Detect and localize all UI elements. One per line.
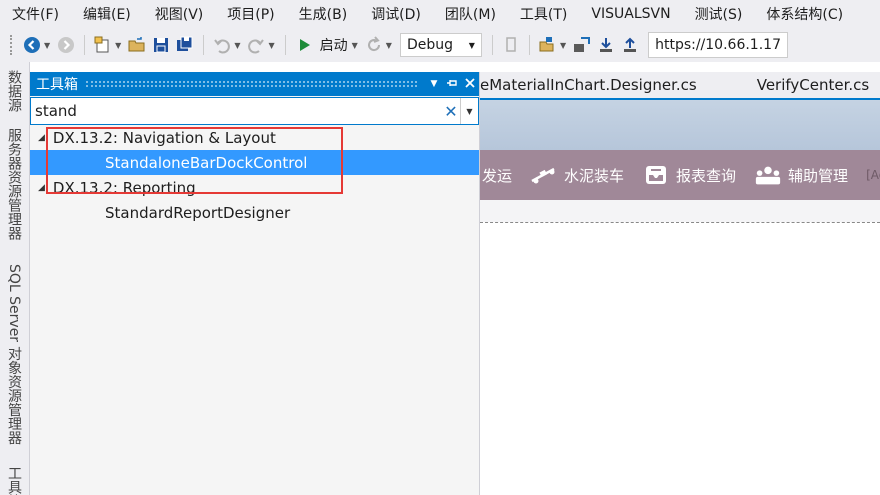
chevron-down-icon[interactable]: ▼ [268,41,274,50]
toolbox-panel: 工具箱 ▼ ✕ ▼ ◢ DX.13.2: Navigation & Layout… [30,72,480,495]
start-button[interactable]: 启动 [320,35,348,55]
ribbon-item-cement-loading[interactable]: 水泥装车 [530,163,624,187]
upload-icon[interactable] [619,34,641,56]
toolbox-tree: ◢ DX.13.2: Navigation & Layout Standalon… [30,125,479,225]
pin-icon[interactable] [443,77,461,92]
header-grip [86,81,417,87]
designer-header-gradient [480,100,880,150]
left-dock-strip: 数据源 服务器资源管理器 SQL Server 对象资源管理器 工具箱 [0,62,30,495]
menu-debug[interactable]: 调试(D) [371,4,421,24]
tab-material-in-chart-designer[interactable]: eMaterialInChart.Designer.cs [480,76,697,94]
url-value: https://10.66.1.17 [655,37,781,53]
ribbon-item-report-query[interactable]: 报表查询 [642,163,736,187]
menu-tools[interactable]: 工具(T) [520,4,567,24]
category-label: DX.13.2: Reporting [52,178,196,197]
device-icon[interactable] [500,34,522,56]
undo-icon[interactable] [211,34,233,56]
tree-category-reporting[interactable]: ◢ DX.13.2: Reporting [30,175,479,200]
menu-architecture[interactable]: 体系结构(C) [766,4,843,24]
open-folder-icon[interactable] [126,34,148,56]
chevron-down-icon[interactable]: ▼ [234,41,240,50]
tab-data-sources[interactable]: 数据源 [4,70,24,112]
ribbon-overflow-text: [Ad [866,168,880,182]
chevron-down-icon[interactable]: ▼ [115,41,121,50]
item-label: StandaloneBarDockControl [105,153,308,172]
conveyor-icon [530,163,558,187]
back-icon[interactable] [21,34,43,56]
toolbox-header[interactable]: 工具箱 ▼ [30,72,479,96]
tree-item-standardreportdesigner[interactable]: StandardReportDesigner [30,200,479,225]
forward-icon[interactable] [55,34,77,56]
toolbar-separator [284,35,286,55]
menu-bar: 文件(F) 编辑(E) 视图(V) 项目(P) 生成(B) 调试(D) 团队(M… [0,0,880,28]
tree-category-navigation-layout[interactable]: ◢ DX.13.2: Navigation & Layout [30,125,479,150]
search-input[interactable] [31,98,442,124]
menu-team[interactable]: 团队(M) [445,4,496,24]
toolbar-separator [491,35,493,55]
new-project-icon[interactable] [92,34,114,56]
menu-visualsvn[interactable]: VISUALSVN [591,6,670,22]
ribbon-label: 水泥装车 [564,166,625,185]
toolbar: ▼ ▼ ▼ ▼ 启动 ▼ ▼ Debug ▼ ▼ https://10.66.1… [0,28,880,62]
chevron-down-icon: ▼ [468,40,475,50]
ribbon-label: 辅助管理 [788,166,849,185]
tab-sql-server-object-explorer[interactable]: SQL Server 对象资源管理器 [4,264,24,445]
expand-triangle-icon[interactable]: ◢ [38,133,45,143]
save-icon[interactable] [150,34,172,56]
save-all-icon[interactable] [174,34,196,56]
menu-file[interactable]: 文件(F) [12,4,59,24]
redo-icon[interactable] [245,34,267,56]
menu-build[interactable]: 生成(B) [299,4,348,24]
expand-triangle-icon[interactable]: ◢ [38,183,45,193]
clear-search-icon[interactable]: ✕ [442,102,460,121]
tab-verify-center[interactable]: VerifyCenter.cs [757,76,870,94]
toolbar-separator [528,35,530,55]
menu-view[interactable]: 视图(V) [155,4,204,24]
tree-item-standalonebardockcontrol[interactable]: StandaloneBarDockControl [30,150,479,175]
tab-toolbox[interactable]: 工具箱 [4,466,24,495]
menu-project[interactable]: 项目(P) [227,4,274,24]
item-label: StandardReportDesigner [105,203,291,222]
play-icon[interactable] [293,34,315,56]
inbox-tray-icon [642,163,670,187]
chevron-down-icon[interactable]: ▼ [386,41,392,50]
toolbox-title: 工具箱 [36,77,78,93]
toolbar-grip[interactable] [10,35,14,55]
ribbon-menu-bar: 发运 水泥装车 报表查询 辅助管理 [Ad [480,150,880,200]
chevron-down-icon[interactable]: ▼ [44,41,50,50]
download-icon[interactable] [595,34,617,56]
team-icon [754,163,782,187]
designer-surface [480,200,880,495]
tab-server-explorer[interactable]: 服务器资源管理器 [4,128,24,240]
chevron-down-icon[interactable]: ▼ [352,41,358,50]
configuration-select[interactable]: Debug ▼ [399,33,482,57]
toolbar-separator [203,35,205,55]
find-in-files-icon[interactable] [537,34,559,56]
designer-strip [480,200,880,222]
category-label: DX.13.2: Navigation & Layout [52,128,276,147]
url-combobox[interactable]: https://10.66.1.17 [648,32,789,58]
ribbon-label: 报表查询 [676,166,737,185]
editor-tab-strip: eMaterialInChart.Designer.cs VerifyCente… [480,72,880,98]
chevron-down-icon[interactable]: ▼ [460,98,478,124]
toolbar-separator [84,35,86,55]
designer-dashed-divider [480,222,880,223]
close-icon[interactable] [461,77,479,92]
attach-process-icon[interactable] [571,34,593,56]
menu-edit[interactable]: 编辑(E) [83,4,131,24]
chevron-down-icon[interactable]: ▼ [560,41,566,50]
refresh-icon[interactable] [363,34,385,56]
toolbox-search: ✕ ▼ [30,97,479,125]
configuration-value: Debug [406,37,453,53]
chevron-down-icon[interactable]: ▼ [425,79,443,89]
ribbon-item-shipping[interactable]: 发运 [482,165,512,186]
ribbon-item-auxiliary-management[interactable]: 辅助管理 [754,163,848,187]
menu-test[interactable]: 测试(S) [695,4,743,24]
